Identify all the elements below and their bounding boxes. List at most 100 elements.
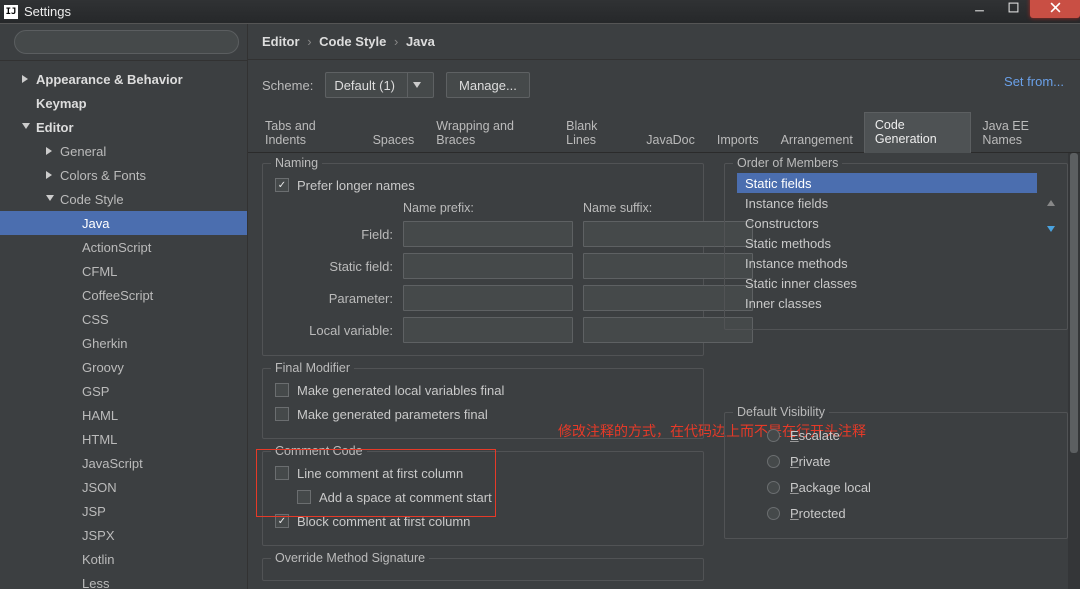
tab-arrangement[interactable]: Arrangement xyxy=(770,127,864,153)
checkbox-label: Make generated parameters final xyxy=(297,407,488,422)
checkbox-icon xyxy=(275,466,289,480)
final-modifier-group: Final Modifier Make generated local vari… xyxy=(262,368,704,439)
tab-wrapping-and-braces[interactable]: Wrapping and Braces xyxy=(425,113,555,153)
scheme-label: Scheme: xyxy=(262,78,313,93)
tree-label: CSS xyxy=(82,312,109,327)
move-down-button[interactable] xyxy=(1041,218,1061,238)
group-title: Default Visibility xyxy=(733,405,829,419)
visibility-radio-private[interactable]: Private xyxy=(737,448,1055,474)
tree-lang-javascript[interactable]: JavaScript xyxy=(0,451,247,475)
tree-label: JavaScript xyxy=(82,456,143,471)
tree-lang-css[interactable]: CSS xyxy=(0,307,247,331)
override-signature-group: Override Method Signature xyxy=(262,558,704,581)
order-item[interactable]: Static fields xyxy=(737,173,1037,193)
row-label-parameter: Parameter: xyxy=(275,291,393,306)
order-item[interactable]: Constructors xyxy=(737,213,1037,233)
tree-code-style[interactable]: Code Style xyxy=(0,187,247,211)
scrollbar-thumb[interactable] xyxy=(1070,153,1078,453)
tree-lang-jspx[interactable]: JSPX xyxy=(0,523,247,547)
tree-lang-less[interactable]: Less xyxy=(0,571,247,589)
make-local-vars-final-checkbox[interactable]: Make generated local variables final xyxy=(275,378,691,402)
window-minimize-button[interactable] xyxy=(962,0,996,18)
visibility-radio-escalate[interactable]: Escalate xyxy=(737,422,1055,448)
tree-lang-gherkin[interactable]: Gherkin xyxy=(0,331,247,355)
tree-lang-groovy[interactable]: Groovy xyxy=(0,355,247,379)
settings-search-input[interactable] xyxy=(14,30,239,54)
order-item[interactable]: Inner classes xyxy=(737,293,1037,313)
tree-label: ActionScript xyxy=(82,240,151,255)
tree-lang-gsp[interactable]: GSP xyxy=(0,379,247,403)
tree-colors-fonts[interactable]: Colors & Fonts xyxy=(0,163,247,187)
window-titlebar: IJ Settings xyxy=(0,0,1080,24)
tree-lang-kotlin[interactable]: Kotlin xyxy=(0,547,247,571)
group-title: Override Method Signature xyxy=(271,551,429,565)
tab-code-generation[interactable]: Code Generation xyxy=(864,112,972,153)
prefer-longer-names-checkbox[interactable]: Prefer longer names xyxy=(275,173,691,197)
tree-label: Colors & Fonts xyxy=(60,168,146,183)
comment-code-group: Comment Code Line comment at first colum… xyxy=(262,451,704,546)
tree-label: Editor xyxy=(36,120,74,135)
local-variable-prefix-input[interactable] xyxy=(403,317,573,343)
tree-lang-cfml[interactable]: CFML xyxy=(0,259,247,283)
radio-label: Escalate xyxy=(790,428,840,443)
tree-label: HTML xyxy=(82,432,117,447)
scheme-select[interactable]: Default (1) xyxy=(325,72,434,98)
block-comment-first-column-checkbox[interactable]: Block comment at first column xyxy=(275,509,691,533)
radio-label: Protected xyxy=(790,506,846,521)
move-up-button[interactable] xyxy=(1041,194,1061,214)
tree-lang-haml[interactable]: HAML xyxy=(0,403,247,427)
make-parameters-final-checkbox[interactable]: Make generated parameters final xyxy=(275,402,691,426)
window-maximize-button[interactable] xyxy=(996,0,1030,18)
tab-spaces[interactable]: Spaces xyxy=(362,127,426,153)
manage-button[interactable]: Manage... xyxy=(446,72,530,98)
row-label-field: Field: xyxy=(275,227,393,242)
radio-icon xyxy=(767,429,780,442)
tree-lang-jsp[interactable]: JSP xyxy=(0,499,247,523)
parameter-prefix-input[interactable] xyxy=(403,285,573,311)
tree-lang-java[interactable]: Java xyxy=(0,211,247,235)
tab-java-ee-names[interactable]: Java EE Names xyxy=(971,113,1074,153)
checkbox-icon xyxy=(275,407,289,421)
breadcrumb-sep: › xyxy=(394,34,398,49)
column-header-prefix: Name prefix: xyxy=(403,201,573,215)
tree-general[interactable]: General xyxy=(0,139,247,163)
tree-lang-json[interactable]: JSON xyxy=(0,475,247,499)
tree-editor[interactable]: Editor xyxy=(0,115,247,139)
tree-label: Groovy xyxy=(82,360,124,375)
static-field-prefix-input[interactable] xyxy=(403,253,573,279)
order-item[interactable]: Instance fields xyxy=(737,193,1037,213)
window-close-button[interactable] xyxy=(1030,0,1080,18)
radio-icon xyxy=(767,455,780,468)
order-item[interactable]: Instance methods xyxy=(737,253,1037,273)
visibility-radio-package-local[interactable]: Package local xyxy=(737,474,1055,500)
panel-scrollbar[interactable] xyxy=(1068,153,1080,589)
tree-lang-actionscript[interactable]: ActionScript xyxy=(0,235,247,259)
tab-javadoc[interactable]: JavaDoc xyxy=(635,127,706,153)
tree-label: CoffeeScript xyxy=(82,288,153,303)
checkbox-label: Prefer longer names xyxy=(297,178,415,193)
tree-label: JSP xyxy=(82,504,106,519)
tree-appearance-behavior[interactable]: Appearance & Behavior xyxy=(0,67,247,91)
tree-lang-coffeescript[interactable]: CoffeeScript xyxy=(0,283,247,307)
add-space-comment-start-checkbox[interactable]: Add a space at comment start xyxy=(275,485,691,509)
order-item[interactable]: Static inner classes xyxy=(737,273,1037,293)
button-label: Manage... xyxy=(459,78,517,93)
order-item[interactable]: Static methods xyxy=(737,233,1037,253)
line-comment-first-column-checkbox[interactable]: Line comment at first column xyxy=(275,461,691,485)
tree-keymap[interactable]: Keymap xyxy=(0,91,247,115)
tab-tabs-and-indents[interactable]: Tabs and Indents xyxy=(254,113,362,153)
settings-main: Editor › Code Style › Java Scheme: Defau… xyxy=(248,24,1080,589)
app-icon: IJ xyxy=(4,5,18,19)
radio-label: Package local xyxy=(790,480,871,495)
tab-blank-lines[interactable]: Blank Lines xyxy=(555,113,635,153)
tab-imports[interactable]: Imports xyxy=(706,127,770,153)
field-prefix-input[interactable] xyxy=(403,221,573,247)
group-title: Order of Members xyxy=(733,156,842,170)
visibility-radio-protected[interactable]: Protected xyxy=(737,500,1055,526)
naming-group: Naming Prefer longer names Name prefix: … xyxy=(262,163,704,356)
checkbox-label: Add a space at comment start xyxy=(319,490,492,505)
tree-label: Appearance & Behavior xyxy=(36,72,183,87)
set-from-link[interactable]: Set from... xyxy=(1004,74,1064,89)
row-label-local-variable: Local variable: xyxy=(275,323,393,338)
tree-lang-html[interactable]: HTML xyxy=(0,427,247,451)
